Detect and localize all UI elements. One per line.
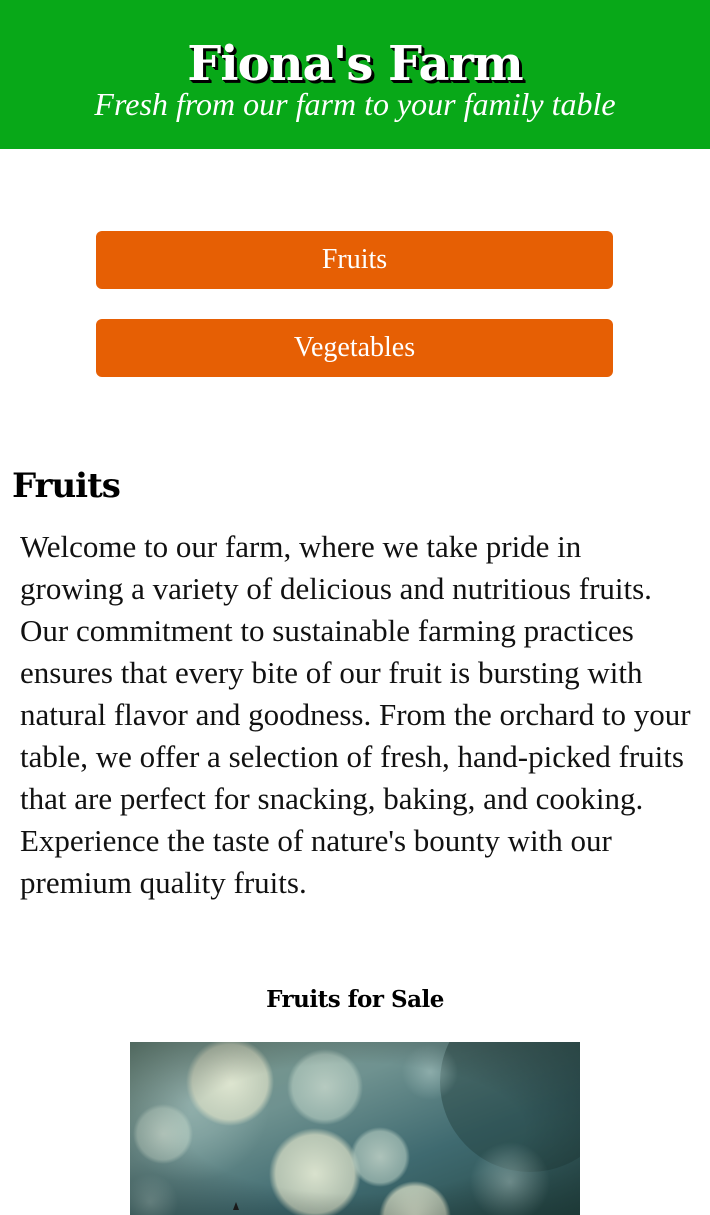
vegetables-button[interactable]: Vegetables bbox=[96, 319, 613, 377]
section-heading: Fruits bbox=[12, 466, 121, 506]
fruits-for-sale-heading: Fruits for Sale bbox=[266, 986, 444, 1013]
fruits-button[interactable]: Fruits bbox=[96, 231, 613, 289]
intro-paragraph: Welcome to our farm, where we take pride… bbox=[20, 529, 691, 900]
product-image bbox=[130, 1042, 580, 1215]
bokeh-fruit-photo bbox=[130, 1042, 580, 1215]
site-header: Fiona's Farm Fresh from our farm to your… bbox=[0, 0, 710, 149]
site-tagline: Fresh from our farm to your family table bbox=[94, 86, 616, 122]
